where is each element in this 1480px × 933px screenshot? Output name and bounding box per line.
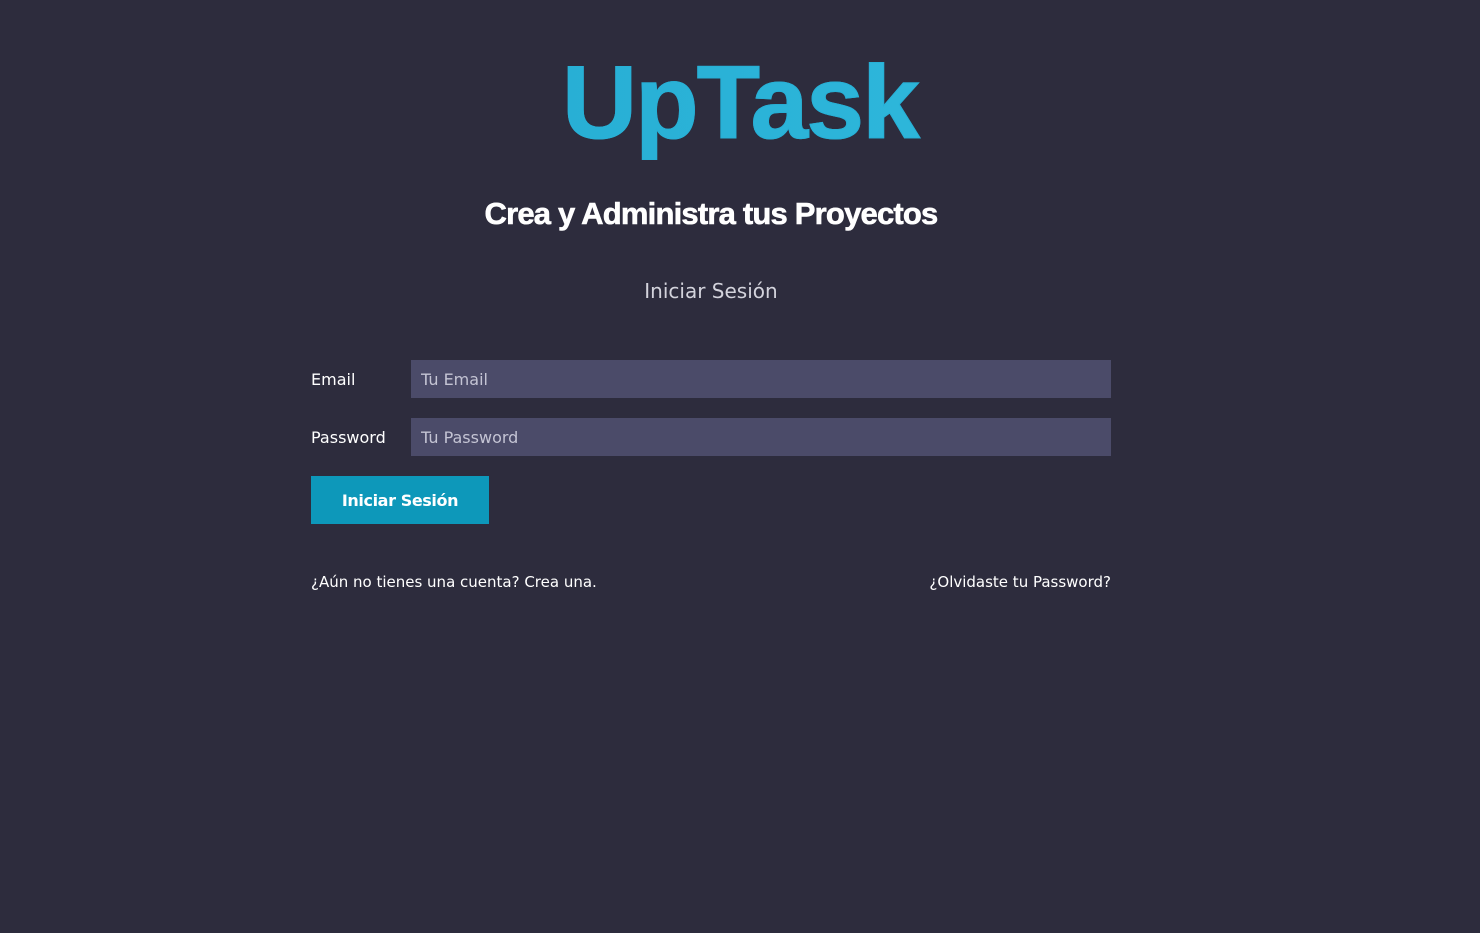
login-form: Email Password Iniciar Sesión bbox=[311, 360, 1111, 524]
page-description: Iniciar Sesión bbox=[644, 279, 778, 303]
login-button[interactable]: Iniciar Sesión bbox=[311, 476, 489, 524]
login-page: UpTask Crea y Administra tus Proyectos I… bbox=[0, 0, 1480, 933]
create-account-link[interactable]: ¿Aún no tienes una cuenta? Crea una. bbox=[311, 573, 597, 591]
forgot-password-link[interactable]: ¿Olvidaste tu Password? bbox=[929, 573, 1111, 591]
password-field-row: Password bbox=[311, 418, 1111, 456]
email-label: Email bbox=[311, 369, 356, 389]
password-label: Password bbox=[311, 427, 386, 447]
account-actions: ¿Aún no tienes una cuenta? Crea una. ¿Ol… bbox=[311, 573, 1111, 591]
uptask-logo: UpTask bbox=[0, 44, 1480, 164]
email-field-row: Email bbox=[311, 360, 1111, 398]
email-input[interactable] bbox=[411, 360, 1111, 398]
tagline: Crea y Administra tus Proyectos bbox=[484, 196, 938, 232]
password-input[interactable] bbox=[411, 418, 1111, 456]
